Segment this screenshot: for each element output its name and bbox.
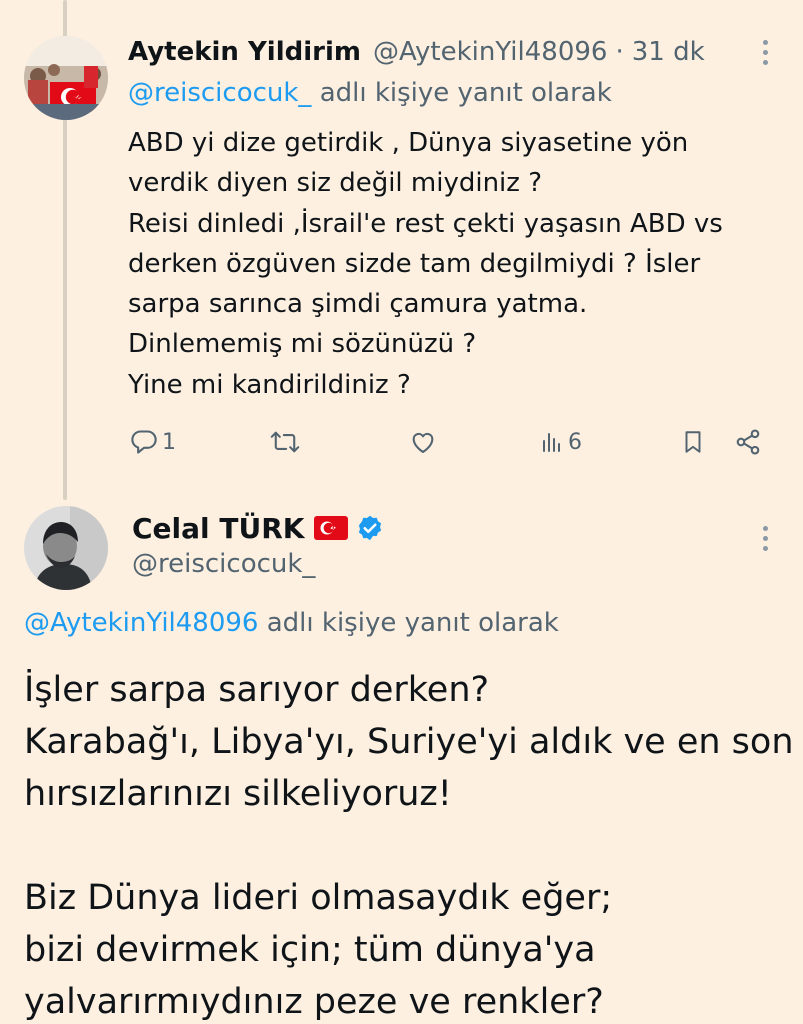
replying-to-line: @reiscicocuk_ adlı kişiye yanıt olarak <box>128 78 612 108</box>
share-icon <box>736 429 760 455</box>
reply-count: 1 <box>162 429 176 455</box>
tweet-text-line: bizi devirmek için; tüm dünya'ya <box>24 930 596 970</box>
tweet-text-line: derken özgüven sizde tam degilmiydi ? İs… <box>128 248 701 279</box>
author-name[interactable]: Aytekin Yildirim <box>128 37 361 67</box>
reply-tweet-body: ABD yi dize getirdik , Dünya siyasetine … <box>128 123 778 405</box>
main-tweet-name-row: Celal TÜRK <box>132 508 384 548</box>
replying-to-text: adlı kişiye yanıt olarak <box>266 608 559 638</box>
turkish-flag-emoji <box>314 516 349 540</box>
share-button[interactable] <box>734 422 762 462</box>
tweet-text-line: verdik diyen siz değil miydiniz ? <box>128 168 542 199</box>
replying-to-mention[interactable]: @AytekinYil48096 <box>24 608 258 638</box>
retweet-icon <box>270 431 300 453</box>
bookmark-icon <box>685 431 701 453</box>
reply-button[interactable]: 1 <box>130 422 176 462</box>
bookmark-button[interactable] <box>680 422 706 462</box>
replying-to-mention[interactable]: @reiscicocuk_ <box>128 78 311 108</box>
views-count: 6 <box>568 429 582 455</box>
avatar-image <box>24 506 108 590</box>
author-handle[interactable]: @AytekinYil48096 <box>373 37 607 67</box>
views-button[interactable]: 6 <box>540 422 582 462</box>
tweet-text-line: hırsızlarınızı silkeliyoruz! <box>24 774 452 814</box>
replying-to-line: @AytekinYil48096 adlı kişiye yanıt olara… <box>24 608 559 638</box>
more-icon[interactable] <box>753 518 777 558</box>
tweet-text-line: Dinlememiş mi sözünüzü ? <box>128 329 477 360</box>
tweet-text-line: sarpa sarınca şimdi çamura yatma. <box>128 289 588 320</box>
tweet-text-line: Yine mi kandirildiniz ? <box>128 369 411 400</box>
separator-dot: · <box>615 37 624 67</box>
tweet-text-line: İşler sarpa sarıyor derken? <box>24 670 490 710</box>
reply-icon <box>131 430 157 454</box>
tweet-text-line <box>24 820 784 872</box>
main-tweet-body: İşler sarpa sarıyor derken? Karabağ'ı, L… <box>24 664 794 1024</box>
tweet-text-line: Reisi dinledi ,İsrail'e rest çekti yaşas… <box>128 208 723 239</box>
tweet-text-line: ABD yi dize getirdik , Dünya siyasetine … <box>128 128 689 158</box>
avatar[interactable] <box>24 506 108 590</box>
like-icon <box>412 432 434 453</box>
author-handle[interactable]: @reiscicocuk_ <box>132 549 315 579</box>
tweet-text-line: Biz Dünya lideri olmasaydık eğer; <box>24 878 613 918</box>
tweet-thread: Aytekin Yildirim @AytekinYil48096 · 31 d… <box>0 0 803 1024</box>
more-icon[interactable] <box>753 32 777 72</box>
views-icon <box>543 433 560 452</box>
reply-tweet-header: Aytekin Yildirim @AytekinYil48096 · 31 d… <box>128 32 705 72</box>
replying-to-text: adlı kişiye yanıt olarak <box>319 78 612 108</box>
like-button[interactable] <box>408 422 442 462</box>
timestamp[interactable]: 31 dk <box>632 37 705 67</box>
verified-badge-icon[interactable] <box>356 514 384 542</box>
tweet-text-line: Karabağ'ı, Libya'yı, Suriye'yi aldık ve … <box>24 722 794 762</box>
tweet-text-line: yalvarırmıydınız peze ve renkler? <box>24 982 604 1022</box>
avatar[interactable] <box>24 36 108 120</box>
avatar-image <box>24 36 108 120</box>
author-name[interactable]: Celal TÜRK <box>132 512 304 545</box>
tweet-action-bar: 1 6 <box>128 422 774 462</box>
retweet-button[interactable] <box>270 422 304 462</box>
